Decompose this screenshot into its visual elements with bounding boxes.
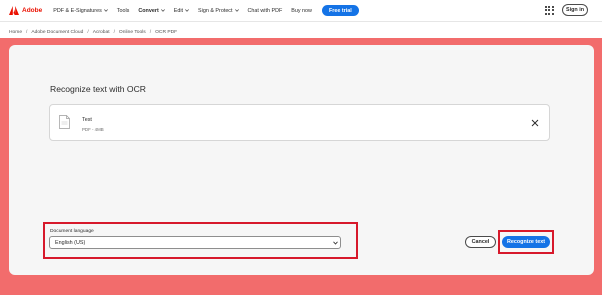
chevron-down-icon — [234, 9, 239, 12]
nav-menu: PDF & E-Signatures Tools Convert Edit Si… — [53, 5, 359, 16]
nav-tools[interactable]: Tools — [117, 8, 130, 14]
brand-name: Adobe — [22, 7, 43, 14]
adobe-logo-icon — [9, 6, 19, 15]
recognize-text-button[interactable]: Recognize text — [502, 236, 550, 248]
nav-sign-protect[interactable]: Sign & Protect — [198, 8, 239, 14]
file-item: Test PDF - 4MB — [49, 104, 550, 141]
nav-chat-with-pdf[interactable]: Chat with PDF — [248, 8, 283, 14]
nav-edit[interactable]: Edit — [174, 8, 189, 14]
breadcrumb-home[interactable]: Home — [9, 30, 22, 35]
top-navigation: Adobe PDF & E-Signatures Tools Convert E… — [0, 0, 602, 22]
adobe-logo-link[interactable]: Adobe — [9, 6, 42, 15]
chevron-down-icon — [333, 241, 338, 245]
cancel-button[interactable]: Cancel — [465, 236, 496, 248]
document-language-label: Document language — [50, 229, 94, 234]
document-language-value: English (US) — [55, 239, 86, 246]
sign-in-button[interactable]: Sign in — [562, 4, 588, 16]
file-name: Test — [82, 117, 92, 123]
chevron-down-icon — [103, 9, 108, 12]
nav-convert[interactable]: Convert — [138, 8, 165, 14]
document-language-select[interactable]: English (US) — [49, 236, 341, 249]
breadcrumb-separator: / — [26, 29, 28, 35]
breadcrumb-separator: / — [149, 29, 152, 35]
chevron-down-icon — [185, 9, 189, 12]
breadcrumb-acrobat[interactable]: Acrobat — [93, 30, 110, 35]
page-title: Recognize text with OCR — [50, 84, 146, 94]
nav-pdf-e-signatures[interactable]: PDF & E-Signatures — [53, 8, 108, 14]
breadcrumb-separator: / — [87, 29, 89, 35]
breadcrumb: Home / Adobe Document Cloud / Acrobat / … — [9, 28, 177, 36]
chevron-down-icon — [160, 9, 165, 12]
file-meta: PDF - 4MB — [82, 127, 104, 132]
apps-grid-icon[interactable] — [545, 6, 554, 15]
close-icon[interactable] — [531, 119, 539, 127]
breadcrumb-adobe-document-cloud[interactable]: Adobe Document Cloud — [31, 30, 83, 35]
breadcrumb-separator: / — [113, 29, 115, 35]
breadcrumb-online-tools[interactable]: Online Tools — [119, 30, 146, 35]
breadcrumb-ocr-pdf: OCR PDF — [155, 29, 178, 35]
free-trial-button[interactable]: Free trial — [321, 5, 359, 16]
pdf-file-icon — [59, 115, 70, 129]
nav-buy-now[interactable]: Buy now — [291, 8, 312, 14]
